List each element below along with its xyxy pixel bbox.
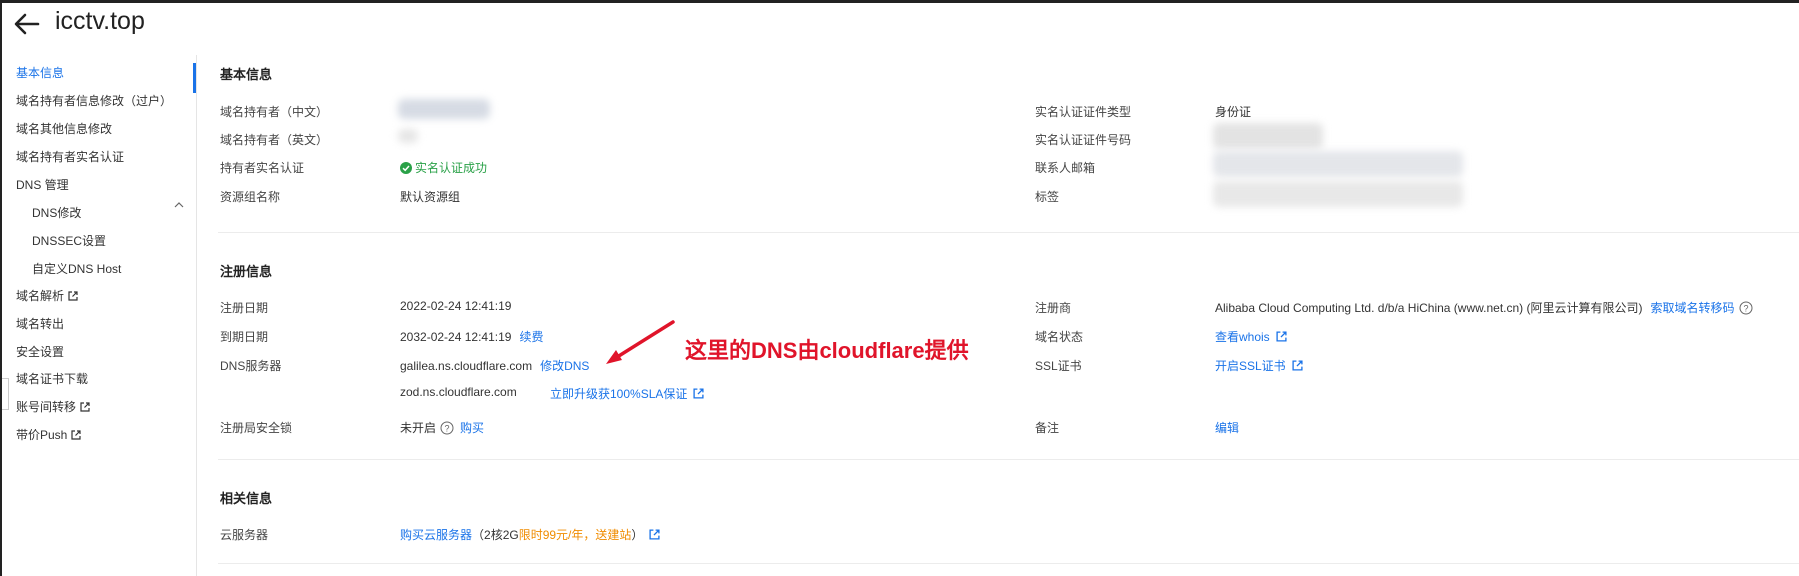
chevron-up-icon[interactable]: [174, 201, 184, 208]
sidebar-item-cert-download[interactable]: 域名证书下载: [16, 370, 88, 387]
sidebar-item-resolve[interactable]: 域名解析: [16, 287, 78, 304]
sidebar-item-account-transfer[interactable]: 账号间转移: [16, 398, 90, 415]
dns-server-2: zod.ns.cloudflare.com: [400, 385, 517, 399]
section-divider: [218, 563, 1799, 564]
redacted-owner-cn: [398, 99, 490, 119]
whois-text: 查看whois: [1215, 330, 1270, 344]
sidebar-item-transfer-out[interactable]: 域名转出: [16, 315, 64, 332]
exp-date-row: 2032-02-24 12:41:19 续费: [400, 328, 543, 345]
server-spec-close: ）: [631, 528, 644, 542]
external-link-icon: [80, 402, 90, 412]
sidebar-item-resolve-label: 域名解析: [16, 289, 65, 303]
sidebar-item-dns-manage[interactable]: DNS 管理: [16, 176, 69, 193]
section-divider: [218, 459, 1799, 460]
external-link-icon: [1276, 331, 1287, 342]
help-icon[interactable]: ?: [1739, 301, 1753, 315]
back-arrow-icon[interactable]: [12, 11, 42, 37]
realname-status-text: 实名认证成功: [415, 161, 488, 175]
section-title-registration: 注册信息: [220, 264, 273, 279]
owner-cn-label: 域名持有者（中文）: [220, 105, 329, 119]
group-value: 默认资源组: [400, 190, 461, 204]
sla-upgrade-text: 立即升级获100%SLA保证: [550, 387, 688, 401]
dns-server-1: galilea.ns.cloudflare.com: [400, 359, 533, 373]
active-indicator: [193, 63, 196, 93]
main-content: 基本信息 域名持有者（中文） 域名持有者（英文） 持有者实名认证 实名认证成功 …: [198, 55, 1799, 576]
reg-date-value: 2022-02-24 12:41:19: [400, 299, 512, 313]
realname-label: 持有者实名认证: [220, 161, 305, 175]
owner-en-label: 域名持有者（英文）: [220, 133, 329, 147]
edit-remark-link[interactable]: 编辑: [1215, 419, 1239, 436]
page-header: icctv.top: [0, 3, 1799, 43]
domain-title: icctv.top: [55, 7, 145, 35]
external-link-icon: [68, 291, 78, 301]
transfer-code-link[interactable]: 索取域名转移码: [1651, 301, 1735, 315]
lock-label: 注册局安全锁: [220, 421, 293, 435]
svg-text:?: ?: [1743, 304, 1748, 314]
exp-date-label: 到期日期: [220, 330, 269, 344]
server-promo: 限时99元/年，送建站: [518, 528, 632, 542]
external-link-icon[interactable]: [649, 529, 660, 540]
sla-upgrade-link[interactable]: 立即升级获100%SLA保证: [550, 385, 704, 402]
lock-value: 未开启: [400, 421, 437, 435]
sidebar-item-account-transfer-label: 账号间转移: [16, 400, 77, 414]
sidebar-item-dns-modify[interactable]: DNS修改: [32, 204, 81, 221]
email-label: 联系人邮箱: [1035, 161, 1096, 175]
registrar-row: Alibaba Cloud Computing Ltd. d/b/a HiChi…: [1215, 299, 1753, 316]
sidebar-item-custom-dns-host[interactable]: 自定义DNS Host: [32, 260, 121, 277]
dns-label: DNS服务器: [220, 359, 282, 373]
dns-row-1: galilea.ns.cloudflare.com 修改DNS: [400, 357, 589, 374]
external-link-icon: [693, 388, 704, 399]
group-label: 资源组名称: [220, 190, 281, 204]
section-title-basic: 基本信息: [220, 67, 273, 82]
registrar-label: 注册商: [1035, 301, 1072, 315]
registrar-value: Alibaba Cloud Computing Ltd. d/b/a HiChi…: [1215, 301, 1643, 315]
sidebar: 基本信息 域名持有者信息修改（过户） 域名其他信息修改 域名持有者实名认证 DN…: [0, 55, 197, 576]
buy-server-link[interactable]: 购买云服务器: [400, 528, 472, 542]
whois-link[interactable]: 查看whois: [1215, 328, 1287, 345]
renew-link[interactable]: 续费: [519, 330, 543, 344]
cert-type-label: 实名认证证件类型: [1035, 105, 1132, 119]
lock-row: 未开启? 购买: [400, 419, 484, 436]
external-link-icon: [1292, 360, 1303, 371]
sidebar-item-price-push-label: 带价Push: [16, 428, 68, 442]
section-divider: [218, 232, 1799, 233]
sidebar-item-owner-transfer[interactable]: 域名持有者信息修改（过户）: [16, 92, 172, 109]
check-circle-icon: [400, 162, 412, 174]
realname-status: 实名认证成功: [400, 159, 487, 176]
sidebar-item-price-push[interactable]: 带价Push: [16, 426, 81, 443]
status-label: 域名状态: [1035, 330, 1084, 344]
sidebar-item-other-info[interactable]: 域名其他信息修改: [16, 120, 112, 137]
exp-date-value: 2032-02-24 12:41:19: [400, 330, 512, 344]
cert-no-label: 实名认证证件号码: [1035, 133, 1132, 147]
section-title-related: 相关信息: [220, 491, 273, 506]
sidebar-item-security[interactable]: 安全设置: [16, 343, 64, 360]
annotation-arrow-icon: [606, 320, 675, 364]
server-label: 云服务器: [220, 528, 269, 542]
server-row: 购买云服务器（2核2G限时99元/年，送建站）: [400, 526, 660, 543]
redacted-owner-en: [398, 129, 418, 143]
redacted-email: [1213, 151, 1463, 177]
tag-label: 标签: [1035, 190, 1060, 204]
external-link-icon: [71, 430, 81, 440]
sidebar-item-dnssec[interactable]: DNSSEC设置: [32, 232, 106, 249]
sidebar-item-realname[interactable]: 域名持有者实名认证: [16, 148, 124, 165]
redacted-cert-no: [1213, 123, 1323, 149]
ssl-text: 开启SSL证书: [1215, 359, 1286, 373]
cert-type-value: 身份证: [1215, 105, 1252, 119]
redacted-tags: [1213, 181, 1463, 207]
buy-lock-link[interactable]: 购买: [460, 421, 484, 435]
collapse-handle[interactable]: [2, 378, 9, 410]
help-icon[interactable]: ?: [440, 421, 454, 435]
server-spec: （2核2G: [472, 528, 519, 542]
reg-date-label: 注册日期: [220, 301, 269, 315]
annotation-text: 这里的DNS由cloudflare提供: [685, 338, 969, 363]
sidebar-item-basic-info[interactable]: 基本信息: [16, 64, 64, 81]
ssl-link[interactable]: 开启SSL证书: [1215, 357, 1303, 374]
remark-label: 备注: [1035, 421, 1060, 435]
modify-dns-link[interactable]: 修改DNS: [540, 359, 589, 373]
svg-text:?: ?: [445, 424, 450, 434]
ssl-label: SSL证书: [1035, 359, 1082, 373]
